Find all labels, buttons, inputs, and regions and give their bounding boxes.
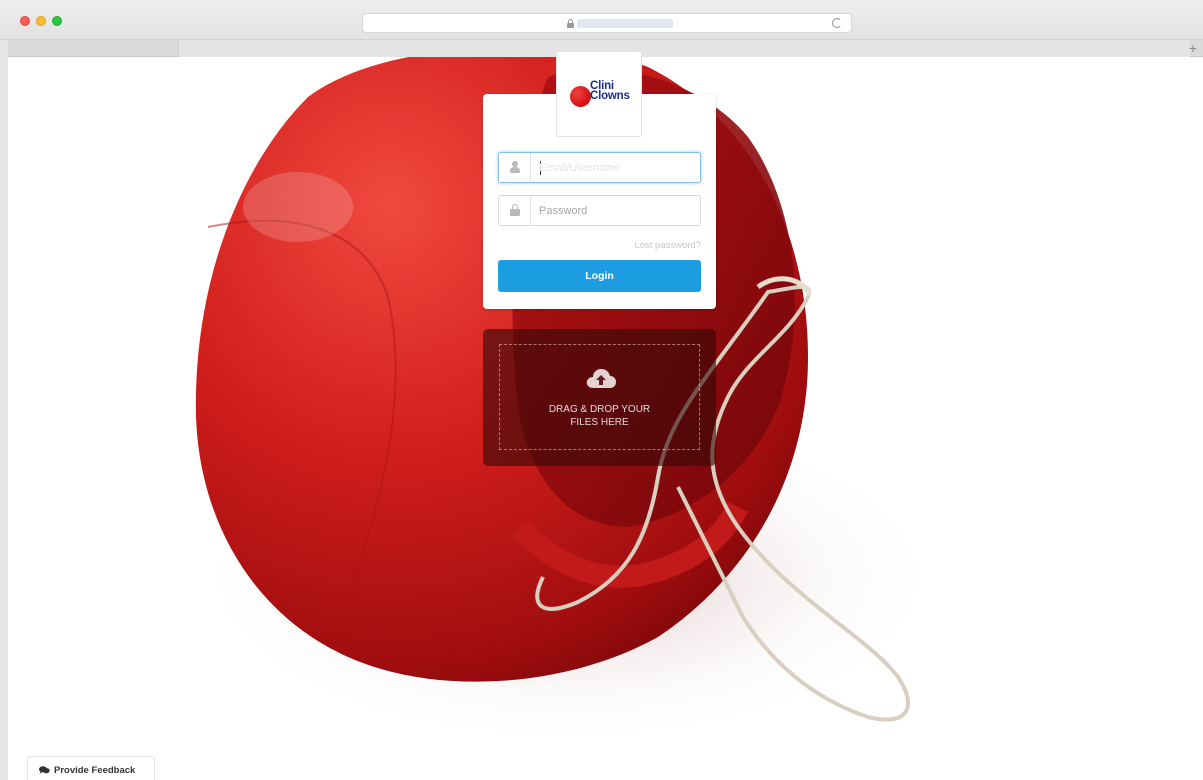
logo-line-2: Clowns <box>590 90 630 102</box>
feedback-label: Provide Feedback <box>54 764 136 776</box>
username-field[interactable] <box>498 152 701 183</box>
active-tab[interactable] <box>178 40 1190 57</box>
provide-feedback-button[interactable]: Provide Feedback <box>27 756 155 780</box>
address-bar[interactable] <box>362 13 852 33</box>
username-field-icon-box <box>499 153 531 182</box>
login-button[interactable]: Login <box>498 260 701 292</box>
file-dropzone[interactable]: DRAG & DROP YOUR FILES HERE <box>483 329 716 466</box>
username-input[interactable] <box>539 159 697 177</box>
lost-password-link[interactable]: Lost password? <box>560 240 701 251</box>
close-window-button[interactable] <box>20 16 30 26</box>
logo-wordmark: Clini Clowns <box>590 80 630 102</box>
password-field[interactable] <box>498 195 701 226</box>
reload-icon[interactable] <box>832 18 842 28</box>
browser-titlebar <box>0 0 1203 40</box>
lock-icon <box>567 19 574 28</box>
user-icon <box>510 161 520 173</box>
maximize-window-button[interactable] <box>52 16 62 26</box>
chat-icon <box>39 765 50 774</box>
new-tab-icon[interactable]: + <box>1187 40 1199 57</box>
dropzone-label-line-2: FILES HERE <box>570 417 629 428</box>
password-input[interactable] <box>539 202 697 220</box>
cloud-upload-icon <box>586 369 616 388</box>
dropzone-label: DRAG & DROP YOUR FILES HERE <box>483 403 716 429</box>
password-field-icon-box <box>499 196 531 225</box>
dropzone-label-line-1: DRAG & DROP YOUR <box>548 404 651 415</box>
address-text-blurred <box>577 19 673 28</box>
lock-icon <box>510 204 520 216</box>
minimize-window-button[interactable] <box>36 16 46 26</box>
dropzone-dashed-border <box>499 344 700 450</box>
red-nose-logo-icon <box>570 86 591 107</box>
cliniclowns-logo: Clini Clowns <box>556 51 642 137</box>
